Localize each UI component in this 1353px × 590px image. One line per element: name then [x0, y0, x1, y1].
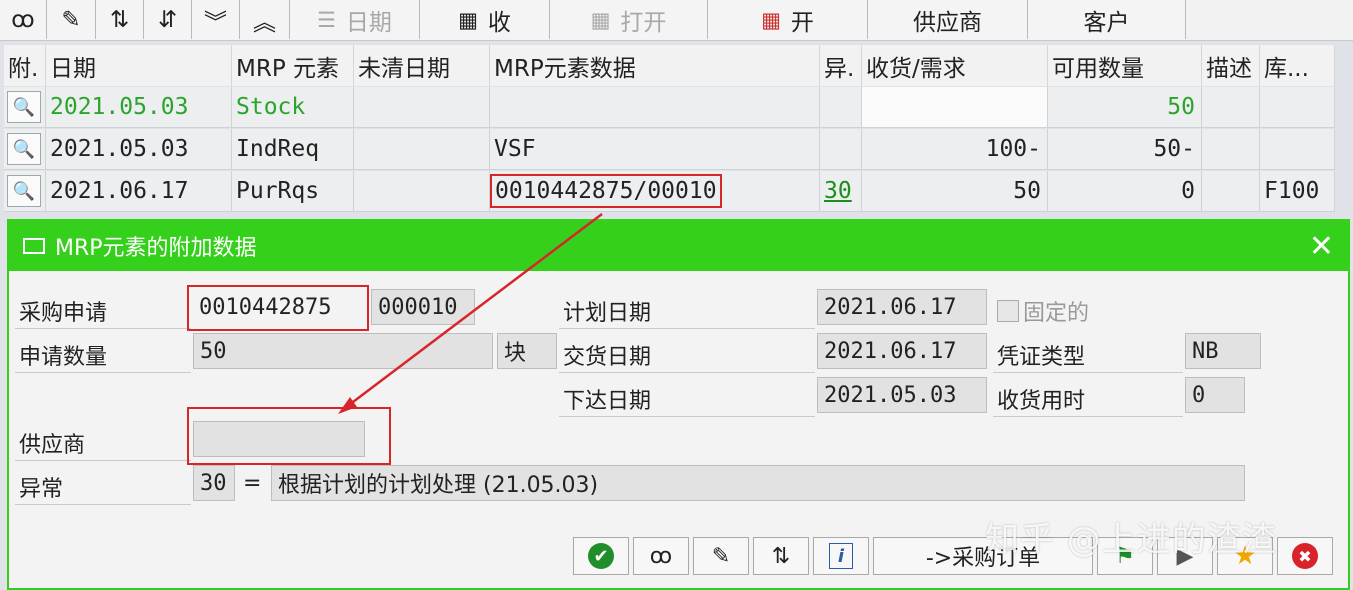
annotation-arrow: [338, 213, 603, 414]
watermark: 知乎 @上进的渣渣: [985, 520, 1277, 560]
